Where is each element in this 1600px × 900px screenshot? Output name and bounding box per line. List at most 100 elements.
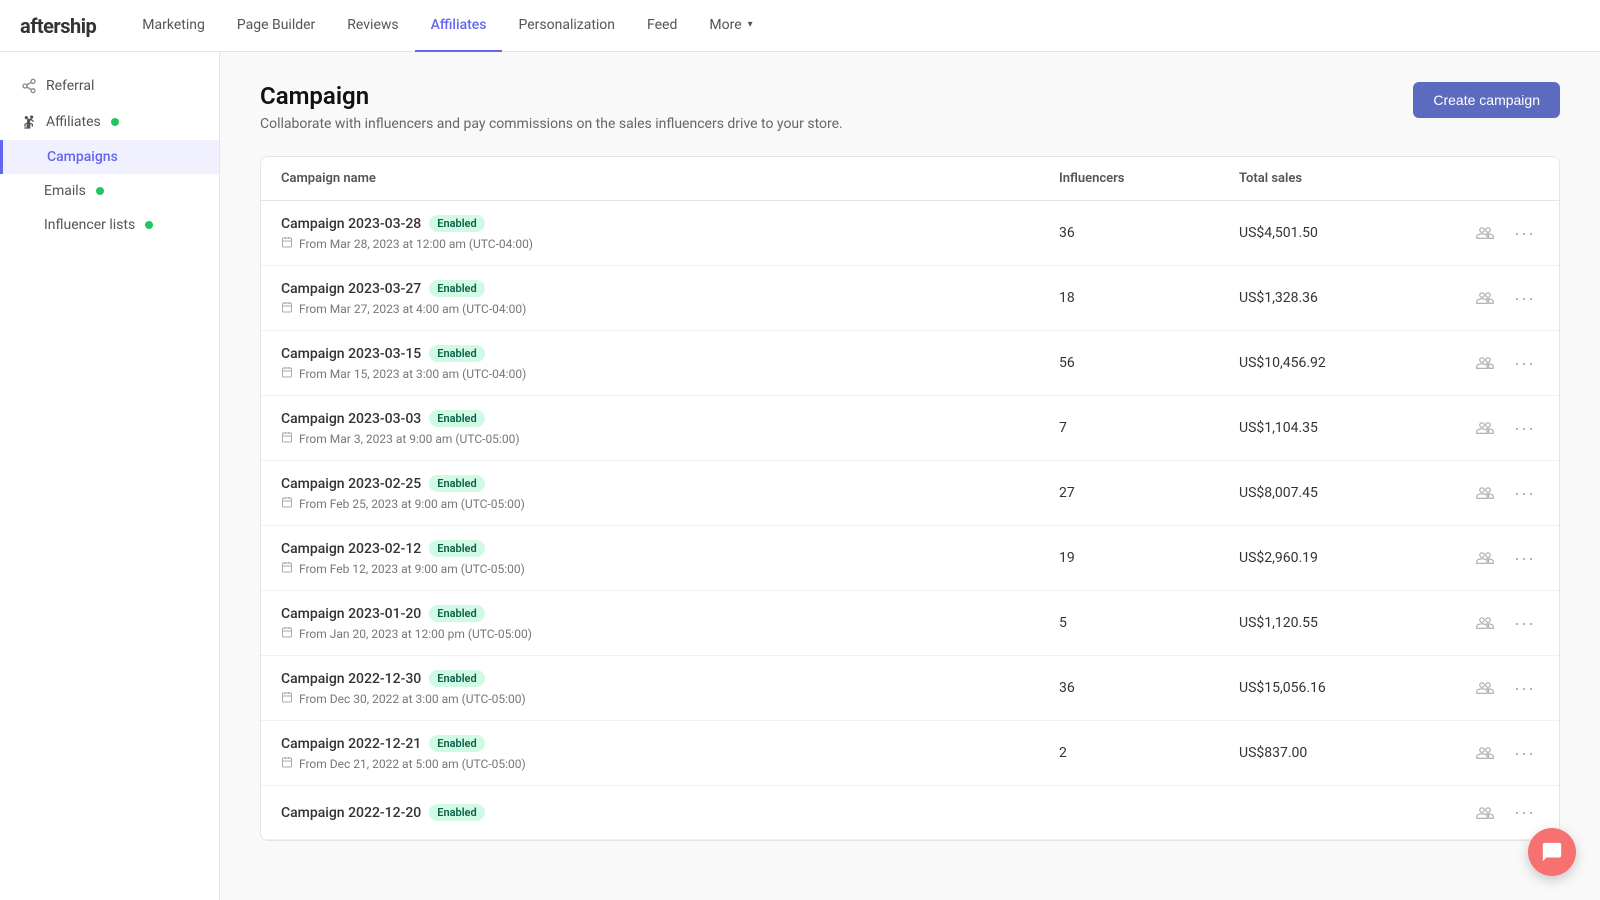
status-badge: Enabled	[429, 280, 484, 297]
influencers-count: 27	[1059, 485, 1239, 501]
status-badge: Enabled	[429, 475, 484, 492]
campaign-date-text: From Dec 30, 2022 at 3:00 am (UTC-05:00)	[299, 692, 526, 706]
campaign-date-text: From Dec 21, 2022 at 5:00 am (UTC-05:00)	[299, 757, 526, 771]
influencers-count: 36	[1059, 225, 1239, 241]
table-row: Campaign 2023-03-15EnabledFrom Mar 15, 2…	[261, 331, 1559, 396]
create-campaign-button[interactable]: Create campaign	[1413, 82, 1560, 118]
logo[interactable]: aftership	[20, 14, 96, 38]
row-more-button[interactable]: ···	[1510, 481, 1539, 506]
nav-item-reviews[interactable]: Reviews	[331, 0, 414, 52]
calendar-icon	[281, 496, 293, 511]
nav-item-feed[interactable]: Feed	[631, 0, 693, 52]
notification-dot-affiliates	[111, 118, 119, 126]
campaign-name: Campaign 2023-03-15	[281, 346, 421, 362]
add-influencer-button[interactable]	[1472, 677, 1498, 699]
add-influencer-button[interactable]	[1472, 352, 1498, 374]
table-row: Campaign 2023-03-03 Enabled From Mar 3, 20…	[261, 396, 1559, 461]
top-nav: aftership MarketingPage BuilderReviewsAf…	[0, 0, 1600, 52]
sidebar-item-emails[interactable]: Emails	[0, 174, 219, 208]
table-row: Campaign 2022-12-21EnabledFrom Dec 21, 2…	[261, 721, 1559, 786]
row-actions: ···	[1459, 800, 1539, 825]
influencers-count: 5	[1059, 615, 1239, 631]
nav-item-page-builder[interactable]: Page Builder	[221, 0, 331, 52]
row-more-button[interactable]: ···	[1510, 546, 1539, 571]
calendar-icon	[281, 301, 293, 316]
status-badge: Enabled	[429, 605, 484, 622]
add-influencer-button[interactable]	[1472, 802, 1498, 824]
row-more-button[interactable]: ···	[1510, 741, 1539, 766]
sidebar: Referral Affiliates CampaignsEmails Influen…	[0, 52, 220, 900]
campaign-name-cell: Campaign 2023-02-25EnabledFrom Feb 25, 2…	[281, 475, 1059, 511]
top-nav-items: MarketingPage BuilderReviewsAffiliatesPe…	[126, 0, 768, 51]
nav-item-affiliates[interactable]: Affiliates	[415, 0, 503, 52]
total-sales: US$8,007.45	[1239, 485, 1459, 501]
table-header: Campaign name Influencers Total sales	[261, 157, 1559, 201]
status-badge: Enabled	[429, 804, 484, 821]
notification-dot-influencer-lists	[145, 221, 153, 229]
calendar-icon	[281, 366, 293, 381]
sidebar-item-campaigns[interactable]: Campaigns	[0, 140, 219, 174]
row-more-button[interactable]: ···	[1510, 286, 1539, 311]
sidebar-item-influencer-lists[interactable]: Influencer lists	[0, 208, 219, 242]
page-subtitle: Collaborate with influencers and pay com…	[260, 116, 843, 132]
campaign-date-text: From Mar 28, 2023 at 12:00 am (UTC-04:00…	[299, 237, 533, 251]
total-sales: US$15,056.16	[1239, 680, 1459, 696]
main-content: Campaign Collaborate with influencers an…	[220, 52, 1600, 900]
add-influencer-button[interactable]	[1472, 612, 1498, 634]
calendar-icon	[281, 626, 293, 641]
campaign-date: From Jan 20, 2023 at 12:00 pm (UTC-05:00…	[281, 626, 1059, 641]
row-more-button[interactable]: ···	[1510, 416, 1539, 441]
row-more-button[interactable]: ···	[1510, 221, 1539, 246]
table-row: Campaign 2022-12-30EnabledFrom Dec 30, 2…	[261, 656, 1559, 721]
page-title: Campaign	[260, 82, 843, 110]
status-badge: Enabled	[429, 410, 484, 427]
campaign-name-cell: Campaign 2023-01-20EnabledFrom Jan 20, 2…	[281, 605, 1059, 641]
nav-item-marketing[interactable]: Marketing	[126, 0, 221, 52]
campaign-name: Campaign 2023-03-28	[281, 216, 421, 232]
table-row: Campaign 2023-03-27EnabledFrom Mar 27, 2…	[261, 266, 1559, 331]
add-influencer-button[interactable]	[1472, 742, 1498, 764]
row-actions: ···	[1459, 611, 1539, 636]
status-badge: Enabled	[429, 540, 484, 557]
campaign-name: Campaign 2023-02-12	[281, 541, 421, 557]
row-actions: ···	[1459, 416, 1539, 441]
calendar-icon	[281, 561, 293, 576]
row-more-button[interactable]: ···	[1510, 800, 1539, 825]
total-sales: US$1,104.35	[1239, 420, 1459, 436]
influencers-count: 36	[1059, 680, 1239, 696]
add-influencer-button[interactable]	[1472, 482, 1498, 504]
campaign-name: Campaign 2022-12-20	[281, 805, 421, 821]
campaign-name: Campaign 2022-12-30	[281, 671, 421, 687]
sidebar-label-affiliates: Affiliates	[46, 114, 101, 130]
nav-item-more[interactable]: More▾	[693, 0, 768, 52]
share-icon	[20, 77, 38, 95]
campaign-name-cell: Campaign 2023-03-03 Enabled From Mar 3, 20…	[281, 410, 1059, 446]
row-actions: ···	[1459, 741, 1539, 766]
row-more-button[interactable]: ···	[1510, 611, 1539, 636]
add-influencer-button[interactable]	[1472, 287, 1498, 309]
add-influencer-button[interactable]	[1472, 417, 1498, 439]
sidebar-item-referral[interactable]: Referral	[0, 68, 219, 104]
row-more-button[interactable]: ···	[1510, 351, 1539, 376]
add-influencer-button[interactable]	[1472, 547, 1498, 569]
sidebar-label-influencer-lists: Influencer lists	[44, 217, 135, 233]
sidebar-item-affiliates[interactable]: Affiliates	[0, 104, 219, 140]
campaign-name: Campaign 2023-03-03	[281, 411, 421, 427]
campaign-name-cell: Campaign 2023-03-28EnabledFrom Mar 28, 2…	[281, 215, 1059, 251]
nav-more-arrow: ▾	[748, 19, 753, 30]
row-actions: ···	[1459, 221, 1539, 246]
calendar-icon	[281, 236, 293, 251]
campaigns-table: Campaign name Influencers Total sales Ca…	[260, 156, 1560, 841]
total-sales: US$1,328.36	[1239, 290, 1459, 306]
nav-item-personalization[interactable]: Personalization	[502, 0, 631, 52]
campaign-name: Campaign 2023-03-27	[281, 281, 421, 297]
chat-bubble-button[interactable]	[1528, 828, 1576, 876]
campaign-date-text: From Feb 25, 2023 at 9:00 am (UTC-05:00)	[299, 497, 525, 511]
row-more-button[interactable]: ···	[1510, 676, 1539, 701]
row-actions: ···	[1459, 676, 1539, 701]
total-sales: US$2,960.19	[1239, 550, 1459, 566]
campaign-date-text: From Mar 3, 2023 at 9:00 am (UTC-05:00)	[299, 432, 520, 446]
influencers-count: 56	[1059, 355, 1239, 371]
add-influencer-button[interactable]	[1472, 222, 1498, 244]
col-influencers: Influencers	[1059, 171, 1239, 186]
